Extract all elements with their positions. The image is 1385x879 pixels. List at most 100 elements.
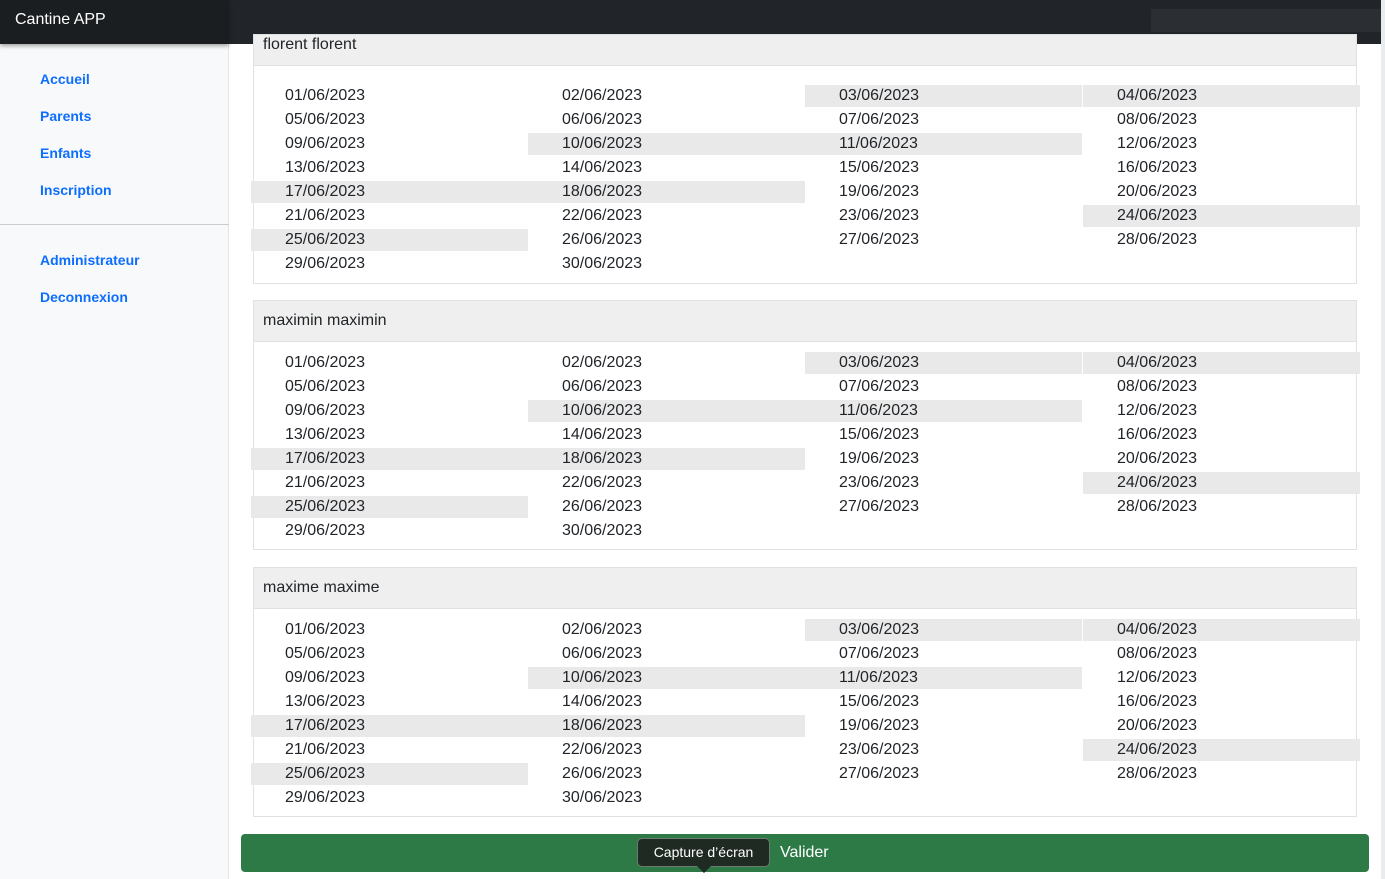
- date-cell[interactable]: 08/06/2023: [1083, 109, 1360, 131]
- date-cell[interactable]: 22/06/2023: [528, 739, 805, 761]
- date-cell[interactable]: 07/06/2023: [805, 643, 1082, 665]
- date-cell[interactable]: 23/06/2023: [805, 472, 1082, 494]
- date-cell[interactable]: 14/06/2023: [528, 424, 805, 446]
- date-cell[interactable]: 21/06/2023: [251, 739, 528, 761]
- date-cell[interactable]: 10/06/2023: [528, 667, 805, 689]
- date-cell[interactable]: 30/06/2023: [528, 520, 805, 542]
- date-cell[interactable]: 19/06/2023: [805, 448, 1082, 470]
- date-cell[interactable]: 18/06/2023: [528, 181, 805, 203]
- date-cell[interactable]: 08/06/2023: [1083, 643, 1360, 665]
- date-cell[interactable]: 12/06/2023: [1083, 400, 1360, 422]
- date-cell[interactable]: 25/06/2023: [251, 496, 528, 518]
- sidebar-item-accueil[interactable]: Accueil: [40, 71, 90, 87]
- date-cell[interactable]: 15/06/2023: [805, 424, 1082, 446]
- date-cell[interactable]: 09/06/2023: [251, 667, 528, 689]
- date-cell[interactable]: 01/06/2023: [251, 619, 528, 641]
- date-cell[interactable]: 25/06/2023: [251, 763, 528, 785]
- date-cell[interactable]: 03/06/2023: [805, 619, 1082, 641]
- date-cell[interactable]: 13/06/2023: [251, 691, 528, 713]
- date-cell[interactable]: 27/06/2023: [805, 496, 1082, 518]
- date-cell[interactable]: 20/06/2023: [1083, 715, 1360, 737]
- date-cell[interactable]: 20/06/2023: [1083, 448, 1360, 470]
- date-cell[interactable]: 11/06/2023: [805, 400, 1082, 422]
- date-cell[interactable]: 10/06/2023: [528, 400, 805, 422]
- date-cell[interactable]: 21/06/2023: [251, 205, 528, 227]
- date-cell[interactable]: 11/06/2023: [805, 667, 1082, 689]
- date-cell[interactable]: 26/06/2023: [528, 229, 805, 251]
- date-cell[interactable]: 04/06/2023: [1083, 85, 1360, 107]
- date-cell[interactable]: 06/06/2023: [528, 643, 805, 665]
- date-cell[interactable]: 24/06/2023: [1083, 739, 1360, 761]
- sidebar-item-enfants[interactable]: Enfants: [40, 145, 91, 161]
- scrollbar-track[interactable]: [1381, 0, 1385, 879]
- date-cell[interactable]: 22/06/2023: [528, 205, 805, 227]
- search-input[interactable]: [1151, 9, 1381, 32]
- date-cell[interactable]: 16/06/2023: [1083, 691, 1360, 713]
- date-cell[interactable]: 26/06/2023: [528, 496, 805, 518]
- date-cell[interactable]: 02/06/2023: [528, 352, 805, 374]
- date-cell[interactable]: 02/06/2023: [528, 619, 805, 641]
- date-cell[interactable]: 24/06/2023: [1083, 205, 1360, 227]
- date-cell[interactable]: 14/06/2023: [528, 691, 805, 713]
- date-cell[interactable]: 16/06/2023: [1083, 157, 1360, 179]
- date-cell[interactable]: 17/06/2023: [251, 181, 528, 203]
- date-cell[interactable]: 17/06/2023: [251, 448, 528, 470]
- date-cell[interactable]: 09/06/2023: [251, 133, 528, 155]
- date-cell[interactable]: 21/06/2023: [251, 472, 528, 494]
- date-cell[interactable]: 22/06/2023: [528, 472, 805, 494]
- date-cell[interactable]: 30/06/2023: [528, 253, 805, 275]
- date-cell[interactable]: 27/06/2023: [805, 229, 1082, 251]
- date-cell[interactable]: 12/06/2023: [1083, 667, 1360, 689]
- date-cell[interactable]: 29/06/2023: [251, 787, 528, 809]
- date-cell[interactable]: 01/06/2023: [251, 85, 528, 107]
- date-cell[interactable]: 30/06/2023: [528, 787, 805, 809]
- app-brand[interactable]: Cantine APP: [0, 0, 229, 44]
- date-cell[interactable]: 03/06/2023: [805, 85, 1082, 107]
- date-cell[interactable]: 28/06/2023: [1083, 496, 1360, 518]
- date-cell[interactable]: 08/06/2023: [1083, 376, 1360, 398]
- date-cell[interactable]: 20/06/2023: [1083, 181, 1360, 203]
- date-cell[interactable]: 05/06/2023: [251, 376, 528, 398]
- date-cell[interactable]: 03/06/2023: [805, 352, 1082, 374]
- date-cell[interactable]: 16/06/2023: [1083, 424, 1360, 446]
- date-cell[interactable]: 17/06/2023: [251, 715, 528, 737]
- date-cell[interactable]: 12/06/2023: [1083, 133, 1360, 155]
- sidebar-item-parents[interactable]: Parents: [40, 108, 91, 124]
- date-cell[interactable]: 11/06/2023: [805, 133, 1082, 155]
- date-cell[interactable]: 06/06/2023: [528, 109, 805, 131]
- date-cell[interactable]: 15/06/2023: [805, 157, 1082, 179]
- date-cell[interactable]: 23/06/2023: [805, 739, 1082, 761]
- date-cell[interactable]: 27/06/2023: [805, 763, 1082, 785]
- date-cell[interactable]: 09/06/2023: [251, 400, 528, 422]
- date-cell[interactable]: 07/06/2023: [805, 109, 1082, 131]
- date-cell[interactable]: 15/06/2023: [805, 691, 1082, 713]
- date-cell[interactable]: 05/06/2023: [251, 109, 528, 131]
- date-cell[interactable]: 04/06/2023: [1083, 619, 1360, 641]
- date-cell[interactable]: 13/06/2023: [251, 424, 528, 446]
- date-cell[interactable]: 06/06/2023: [528, 376, 805, 398]
- date-cell[interactable]: 10/06/2023: [528, 133, 805, 155]
- date-cell[interactable]: 19/06/2023: [805, 715, 1082, 737]
- date-cell[interactable]: 04/06/2023: [1083, 352, 1360, 374]
- date-cell[interactable]: 29/06/2023: [251, 253, 528, 275]
- date-cell[interactable]: 07/06/2023: [805, 376, 1082, 398]
- date-cell[interactable]: 23/06/2023: [805, 205, 1082, 227]
- sidebar-item-administrateur[interactable]: Administrateur: [40, 252, 140, 268]
- date-cell[interactable]: 01/06/2023: [251, 352, 528, 374]
- date-cell[interactable]: 29/06/2023: [251, 520, 528, 542]
- date-cell[interactable]: 05/06/2023: [251, 643, 528, 665]
- date-cell[interactable]: 14/06/2023: [528, 157, 805, 179]
- date-cell[interactable]: 13/06/2023: [251, 157, 528, 179]
- date-cell[interactable]: 18/06/2023: [528, 715, 805, 737]
- date-cell[interactable]: 24/06/2023: [1083, 472, 1360, 494]
- submit-button[interactable]: Valider: [241, 834, 1369, 872]
- date-cell[interactable]: 02/06/2023: [528, 85, 805, 107]
- sidebar-item-inscription[interactable]: Inscription: [40, 182, 112, 198]
- date-cell[interactable]: 18/06/2023: [528, 448, 805, 470]
- date-cell[interactable]: 25/06/2023: [251, 229, 528, 251]
- sidebar-item-deconnexion[interactable]: Deconnexion: [40, 289, 128, 305]
- date-cell[interactable]: 28/06/2023: [1083, 229, 1360, 251]
- date-cell[interactable]: 26/06/2023: [528, 763, 805, 785]
- date-cell[interactable]: 28/06/2023: [1083, 763, 1360, 785]
- date-cell[interactable]: 19/06/2023: [805, 181, 1082, 203]
